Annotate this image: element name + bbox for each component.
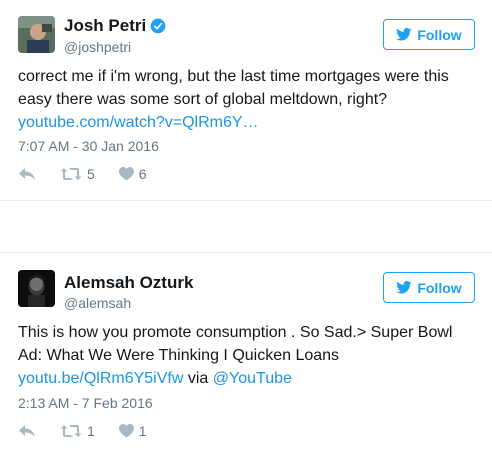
via-text: via	[187, 370, 209, 387]
heart-icon	[118, 424, 134, 438]
author-name[interactable]: Alemsah Ozturk	[64, 273, 193, 293]
tweet-text: correct me if i'm wrong, but the last ti…	[18, 65, 478, 134]
follow-label: Follow	[417, 26, 462, 43]
tweet-timestamp[interactable]: 7:07 AM - 30 Jan 2016	[18, 137, 159, 155]
retweet-icon	[60, 425, 82, 437]
retweet-button[interactable]: 5	[60, 166, 95, 182]
tweet-actions: 5 6	[18, 165, 171, 183]
tweet-link[interactable]: youtube.com/watch?v=QlRm6Y…	[18, 114, 259, 131]
follow-label: Follow	[417, 279, 462, 296]
mention-link[interactable]: @YouTube	[213, 370, 292, 387]
avatar[interactable]	[18, 270, 55, 307]
retweet-count: 5	[87, 166, 95, 182]
like-button[interactable]: 6	[118, 166, 147, 182]
tweet-text: This is how you promote consumption . So…	[18, 321, 478, 390]
tweet-link[interactable]: youtu.be/QlRm6Y5iVfw	[18, 370, 183, 387]
like-count: 1	[138, 423, 147, 439]
follow-button[interactable]: Follow	[383, 19, 475, 50]
author-name[interactable]: Josh Petri	[64, 16, 146, 36]
like-button[interactable]: 1	[118, 423, 147, 439]
tweet-actions: 1 1	[18, 422, 171, 440]
retweet-icon	[60, 168, 82, 180]
author-handle[interactable]: @joshpetri	[64, 38, 131, 56]
tweet-timestamp[interactable]: 2:13 AM - 7 Feb 2016	[18, 394, 153, 412]
tweet-card: Alemsah Ozturk @alemsah Follow This is h…	[0, 253, 492, 452]
tweet-body: This is how you promote consumption . So…	[18, 324, 453, 364]
retweet-button[interactable]: 1	[60, 423, 95, 439]
reply-icon	[19, 425, 35, 437]
reply-icon	[19, 168, 35, 180]
tweet-body: correct me if i'm wrong, but the last ti…	[18, 68, 449, 108]
twitter-bird-icon	[396, 28, 412, 41]
follow-button[interactable]: Follow	[383, 272, 475, 303]
retweet-count: 1	[87, 423, 95, 439]
heart-icon	[118, 167, 134, 181]
twitter-bird-icon	[396, 281, 412, 294]
like-count: 6	[138, 166, 147, 182]
reply-button[interactable]	[18, 424, 36, 438]
feed-gap	[0, 201, 492, 252]
author-handle[interactable]: @alemsah	[64, 294, 131, 312]
tweet-feed: Josh Petri @joshpetri Follow correct me …	[0, 0, 492, 452]
verified-badge-icon	[150, 18, 166, 34]
tweet-card: Josh Petri @joshpetri Follow correct me …	[0, 0, 492, 200]
avatar[interactable]	[18, 16, 55, 53]
reply-button[interactable]	[18, 167, 36, 181]
